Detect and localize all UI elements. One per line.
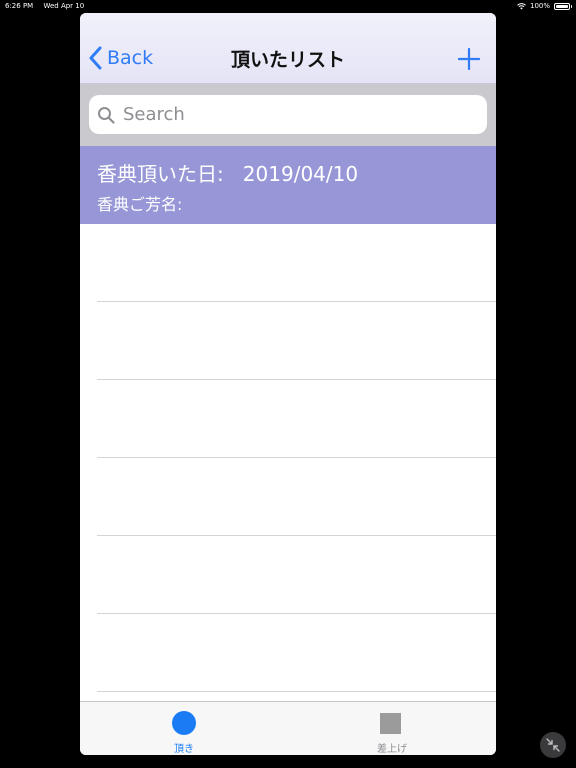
wifi-icon [517,2,526,9]
list-item[interactable]: 香典頂いた日: 2019/04/10 香典ご芳名: [80,146,496,224]
navigation-bar: Back 頂いたリスト [80,13,496,84]
collapse-arrows-icon [546,738,560,752]
tab-given[interactable]: 差上げ [288,702,496,755]
row-separator [97,691,496,692]
battery-icon [554,2,572,10]
status-right: 100% [517,0,572,12]
battery-percent: 100% [529,2,550,10]
search-input[interactable] [121,103,465,126]
list-item-received-date: 香典頂いた日: 2019/04/10 [97,162,359,186]
status-time: 6:26 PM [5,2,34,10]
circle-icon [172,711,196,735]
app-window: Back 頂いたリスト 香典頂いた日: 2019/04/10 香典ご芳名: [80,13,496,755]
tab-given-label: 差上げ [377,744,407,755]
status-left: 6:26 PM Wed Apr 10 [5,0,92,12]
tab-received[interactable]: 頂き [80,702,288,755]
empty-row [80,458,496,536]
compatibility-resize-button[interactable] [540,732,566,758]
tab-bar: 頂き 差上げ [80,701,496,755]
search-icon [98,106,115,124]
tab-received-label: 頂き [174,744,194,755]
ipad-screen: 6:26 PM Wed Apr 10 100% Back 頂いたリスト Sear… [0,0,576,768]
search-bar-area [80,84,496,146]
status-bar: 6:26 PM Wed Apr 10 100% [0,0,576,12]
empty-row [80,380,496,458]
empty-row [80,302,496,380]
square-icon [380,713,401,734]
empty-row [80,224,496,302]
empty-row [80,536,496,614]
list-item-donor-name: 香典ご芳名: [97,195,183,214]
status-date: Wed Apr 10 [43,2,85,10]
search-field[interactable] [89,95,487,134]
empty-row [80,614,496,692]
page-title: 頂いたリスト [230,49,345,71]
received-list: 香典頂いた日: 2019/04/10 香典ご芳名: [80,146,496,701]
add-button[interactable] [458,48,480,70]
